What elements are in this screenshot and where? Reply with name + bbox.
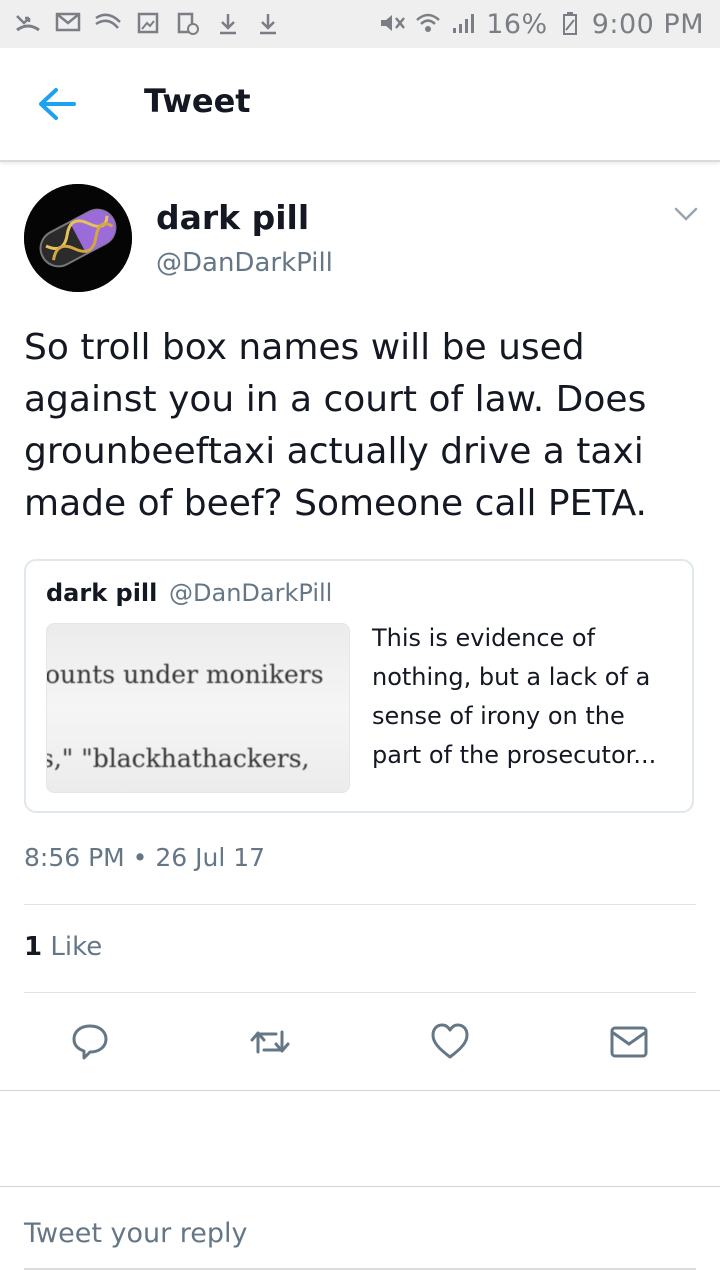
author-name[interactable]: dark pill: [156, 198, 309, 237]
mail-icon: [54, 12, 82, 36]
heart-icon: [431, 1023, 469, 1059]
reply-input-underline: [24, 1268, 696, 1270]
tweet-options-button[interactable]: [670, 198, 702, 230]
avatar[interactable]: [24, 184, 132, 292]
battery-percent: 16%: [486, 8, 548, 40]
screenshot-icon: [174, 12, 202, 36]
envelope-icon: [610, 1026, 648, 1058]
section-separator: [0, 1186, 720, 1187]
download-icon: [254, 12, 282, 36]
reply-input[interactable]: Tweet your reply: [24, 1218, 696, 1249]
likes-number: 1: [24, 932, 43, 962]
section-separator: [0, 1090, 720, 1091]
quoted-tweet-text: This is evidence of nothing, but a lack …: [372, 624, 657, 769]
signal-icon: [450, 12, 478, 36]
page-title: Tweet: [144, 82, 251, 120]
like-button[interactable]: [418, 1010, 482, 1074]
swipe-icon: [94, 12, 122, 36]
back-button[interactable]: [36, 84, 78, 124]
quoted-image-text-line: s," "blackhathackers,: [46, 744, 310, 773]
status-bar-right: 16% 9:00 PM: [378, 9, 720, 40]
divider: [24, 992, 696, 993]
reply-icon: [72, 1024, 108, 1060]
quoted-author-handle: @DanDarkPill: [169, 579, 333, 607]
quoted-author-name: dark pill: [46, 579, 158, 607]
retweet-button[interactable]: [236, 1010, 300, 1074]
missed-call-icon: [14, 12, 42, 36]
tweet-actions: [0, 1010, 720, 1074]
quoted-tweet[interactable]: dark pill @DanDarkPill ounts under monik…: [24, 559, 694, 813]
mute-icon: [378, 12, 406, 36]
status-bar: 16% 9:00 PM: [0, 0, 720, 48]
battery-icon: [556, 12, 584, 36]
back-arrow-icon: [39, 88, 76, 120]
retweet-icon: [250, 1030, 290, 1054]
tweet-text: So troll box names will be used against …: [24, 327, 648, 524]
likes-count[interactable]: 1 Like: [24, 932, 102, 962]
quoted-tweet-image[interactable]: ounts under monikers s," "blackhathacker…: [46, 623, 350, 793]
direct-message-button[interactable]: [597, 1010, 661, 1074]
status-time: 9:00 PM: [591, 8, 704, 40]
author-handle[interactable]: @DanDarkPill: [156, 248, 333, 278]
chevron-down-icon: [674, 207, 698, 221]
quoted-tweet-header: dark pill @DanDarkPill: [46, 579, 332, 607]
divider: [24, 904, 696, 905]
app-header: Tweet: [0, 48, 720, 162]
likes-label: Like: [50, 932, 103, 962]
reply-button[interactable]: [58, 1010, 122, 1074]
wifi-icon: [414, 12, 442, 36]
tweet-timestamp: 8:56 PM • 26 Jul 17: [24, 843, 266, 872]
image-icon: [134, 12, 162, 36]
status-bar-left: [0, 12, 282, 36]
download-icon: [214, 12, 242, 36]
pill-avatar-image: [24, 184, 132, 292]
quoted-image-text-line: ounts under monikers: [46, 660, 324, 689]
